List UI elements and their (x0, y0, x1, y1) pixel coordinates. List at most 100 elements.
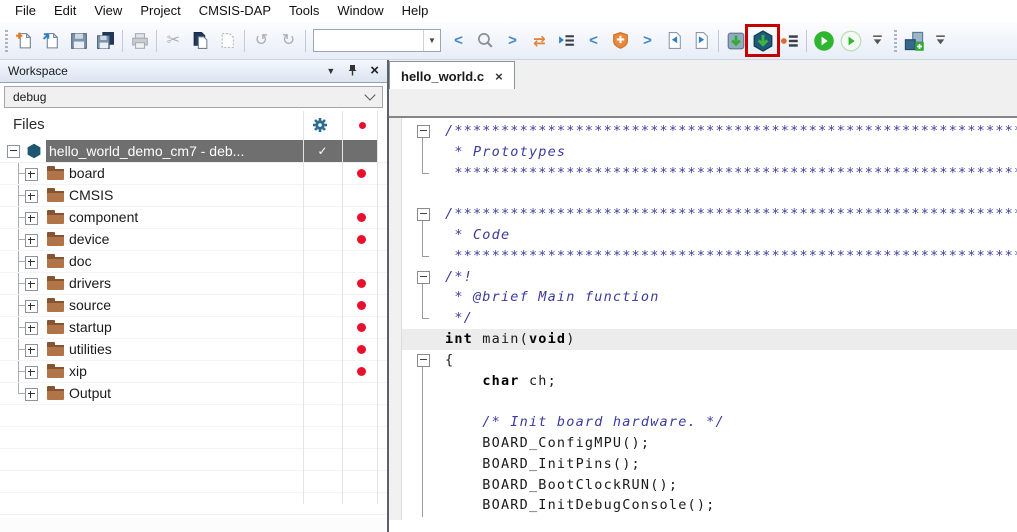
tree-item-utilities[interactable]: utilities (0, 339, 387, 361)
find-combo[interactable]: ▼ (313, 29, 441, 52)
swap-arrows-button[interactable]: ⇄ (526, 27, 553, 54)
gear-icon[interactable] (312, 117, 328, 138)
redo-button[interactable]: ↻ (275, 27, 302, 54)
run-secondary-button[interactable] (837, 27, 864, 54)
code-line[interactable] (389, 183, 1017, 204)
tree-item-component[interactable]: component (0, 207, 387, 229)
next-bookmark-button[interactable]: > (634, 27, 661, 54)
toolbar-grip[interactable] (894, 30, 897, 52)
expand-icon[interactable] (25, 168, 38, 181)
tree-item-output[interactable]: Output (0, 383, 387, 405)
workspace-titlebar[interactable]: Workspace ▼ × (0, 60, 387, 83)
fold-box-icon[interactable] (417, 208, 430, 221)
close-icon[interactable]: × (370, 65, 379, 77)
pin-icon[interactable] (347, 64, 358, 78)
config-dropdown[interactable]: debug (4, 86, 383, 108)
next-file-button[interactable] (688, 27, 715, 54)
prev-bookmark-button[interactable]: < (580, 27, 607, 54)
code-line[interactable]: BOARD_InitPins(); (389, 454, 1017, 475)
nav-right-button[interactable]: > (499, 27, 526, 54)
code-editor[interactable]: /***************************************… (389, 118, 1017, 520)
code-line[interactable]: /* Init board hardware. */ (389, 412, 1017, 433)
code-line[interactable]: ****************************************… (389, 246, 1017, 267)
code-line[interactable]: BOARD_ConfigMPU(); (389, 433, 1017, 454)
expand-icon[interactable] (25, 190, 38, 203)
code-line[interactable]: * Code (389, 225, 1017, 246)
custom-blocks-button[interactable] (900, 27, 927, 54)
fold-box-icon[interactable] (417, 125, 430, 138)
code-line[interactable]: BOARD_InitDebugConsole(); (389, 495, 1017, 516)
expand-icon[interactable] (25, 278, 38, 291)
code-line[interactable]: ****************************************… (389, 163, 1017, 184)
menu-file[interactable]: File (6, 0, 45, 22)
code-line[interactable]: BOARD_BootClockRUN(); (389, 475, 1017, 496)
tree-item-board[interactable]: board (0, 163, 387, 185)
cut-button[interactable]: ✂ (160, 27, 187, 54)
window-menu-icon[interactable]: ▼ (326, 66, 335, 76)
code-line[interactable] (389, 391, 1017, 412)
bookmark-button[interactable] (607, 27, 634, 54)
expand-icon[interactable] (25, 366, 38, 379)
tab-hello-world-c[interactable]: hello_world.c × (389, 61, 515, 90)
tree-item-cmsis[interactable]: CMSIS (0, 185, 387, 207)
new-file-button[interactable] (11, 27, 38, 54)
copy-button[interactable] (187, 27, 214, 54)
tree-item-xip[interactable]: xip (0, 361, 387, 383)
run-button[interactable] (810, 27, 837, 54)
expand-icon[interactable] (25, 300, 38, 313)
fold-collapse-icon[interactable] (415, 267, 432, 288)
save-button[interactable] (65, 27, 92, 54)
fold-collapse-icon[interactable] (415, 121, 432, 142)
expand-icon[interactable] (25, 344, 38, 357)
save-all-button[interactable] (92, 27, 119, 54)
tree-item-source[interactable]: source (0, 295, 387, 317)
fold-box-icon[interactable] (417, 271, 430, 284)
code-line[interactable]: /***************************************… (389, 121, 1017, 142)
expand-icon[interactable] (25, 322, 38, 335)
code-line[interactable]: /*! (389, 267, 1017, 288)
fold-box-icon[interactable] (417, 354, 430, 367)
code-line[interactable]: */ (389, 308, 1017, 329)
menu-tools[interactable]: Tools (280, 0, 328, 22)
code-line[interactable]: char ch; (389, 371, 1017, 392)
prev-file-button[interactable] (661, 27, 688, 54)
code-line[interactable]: { (389, 350, 1017, 371)
find-next-button[interactable] (472, 27, 499, 54)
expand-icon[interactable] (25, 212, 38, 225)
menu-window[interactable]: Window (328, 0, 392, 22)
code-line[interactable]: /***************************************… (389, 204, 1017, 225)
toolbar-overflow-button-2[interactable] (927, 27, 954, 54)
fold-collapse-icon[interactable] (415, 350, 432, 371)
menu-project[interactable]: Project (131, 0, 189, 22)
expand-icon[interactable] (25, 256, 38, 269)
menu-help[interactable]: Help (393, 0, 438, 22)
download-and-debug-button[interactable] (749, 27, 776, 54)
tree-item-project-root[interactable]: hello_world_demo_cm7 - deb... ✓ (0, 140, 387, 163)
menu-cmsis-dap[interactable]: CMSIS-DAP (190, 0, 280, 22)
tree-item-device[interactable]: device (0, 229, 387, 251)
expand-icon[interactable] (25, 234, 38, 247)
download-button[interactable] (722, 27, 749, 54)
expand-icon[interactable] (25, 388, 38, 401)
debug-without-downloading-button[interactable] (776, 27, 803, 54)
collapse-icon[interactable] (7, 145, 20, 158)
combo-dropdown-icon[interactable]: ▼ (423, 30, 440, 51)
tree-item-drivers[interactable]: drivers (0, 273, 387, 295)
menu-view[interactable]: View (85, 0, 131, 22)
tree-item-startup[interactable]: startup (0, 317, 387, 339)
fold-collapse-icon[interactable] (415, 204, 432, 225)
toolbar-overflow-button[interactable] (864, 27, 891, 54)
tab-close-icon[interactable]: × (495, 69, 503, 84)
toolbar-grip[interactable] (5, 30, 8, 52)
goto-list-button[interactable] (553, 27, 580, 54)
undo-button[interactable]: ↺ (248, 27, 275, 54)
code-line[interactable]: int main(void) (389, 329, 1017, 350)
code-line[interactable]: * @brief Main function (389, 287, 1017, 308)
paste-button[interactable] (214, 27, 241, 54)
print-button[interactable] (126, 27, 153, 54)
code-line[interactable]: * Prototypes (389, 142, 1017, 163)
open-file-button[interactable] (38, 27, 65, 54)
nav-left-button[interactable]: < (445, 27, 472, 54)
menu-edit[interactable]: Edit (45, 0, 85, 22)
tree-item-doc[interactable]: doc (0, 251, 387, 273)
